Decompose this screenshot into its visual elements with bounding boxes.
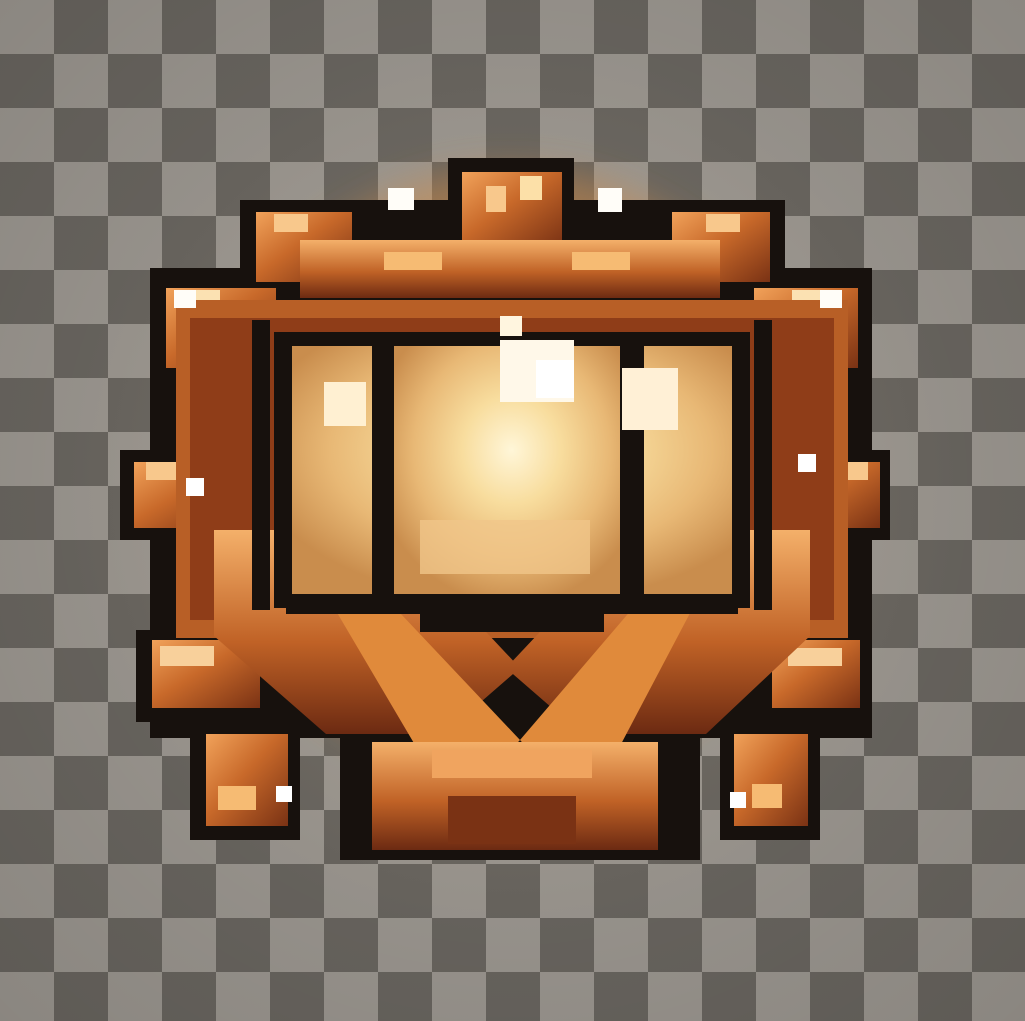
center-orb: [274, 332, 750, 608]
golden-emblem-sprite: [120, 158, 890, 860]
transparency-checkerboard: [0, 0, 1025, 1021]
